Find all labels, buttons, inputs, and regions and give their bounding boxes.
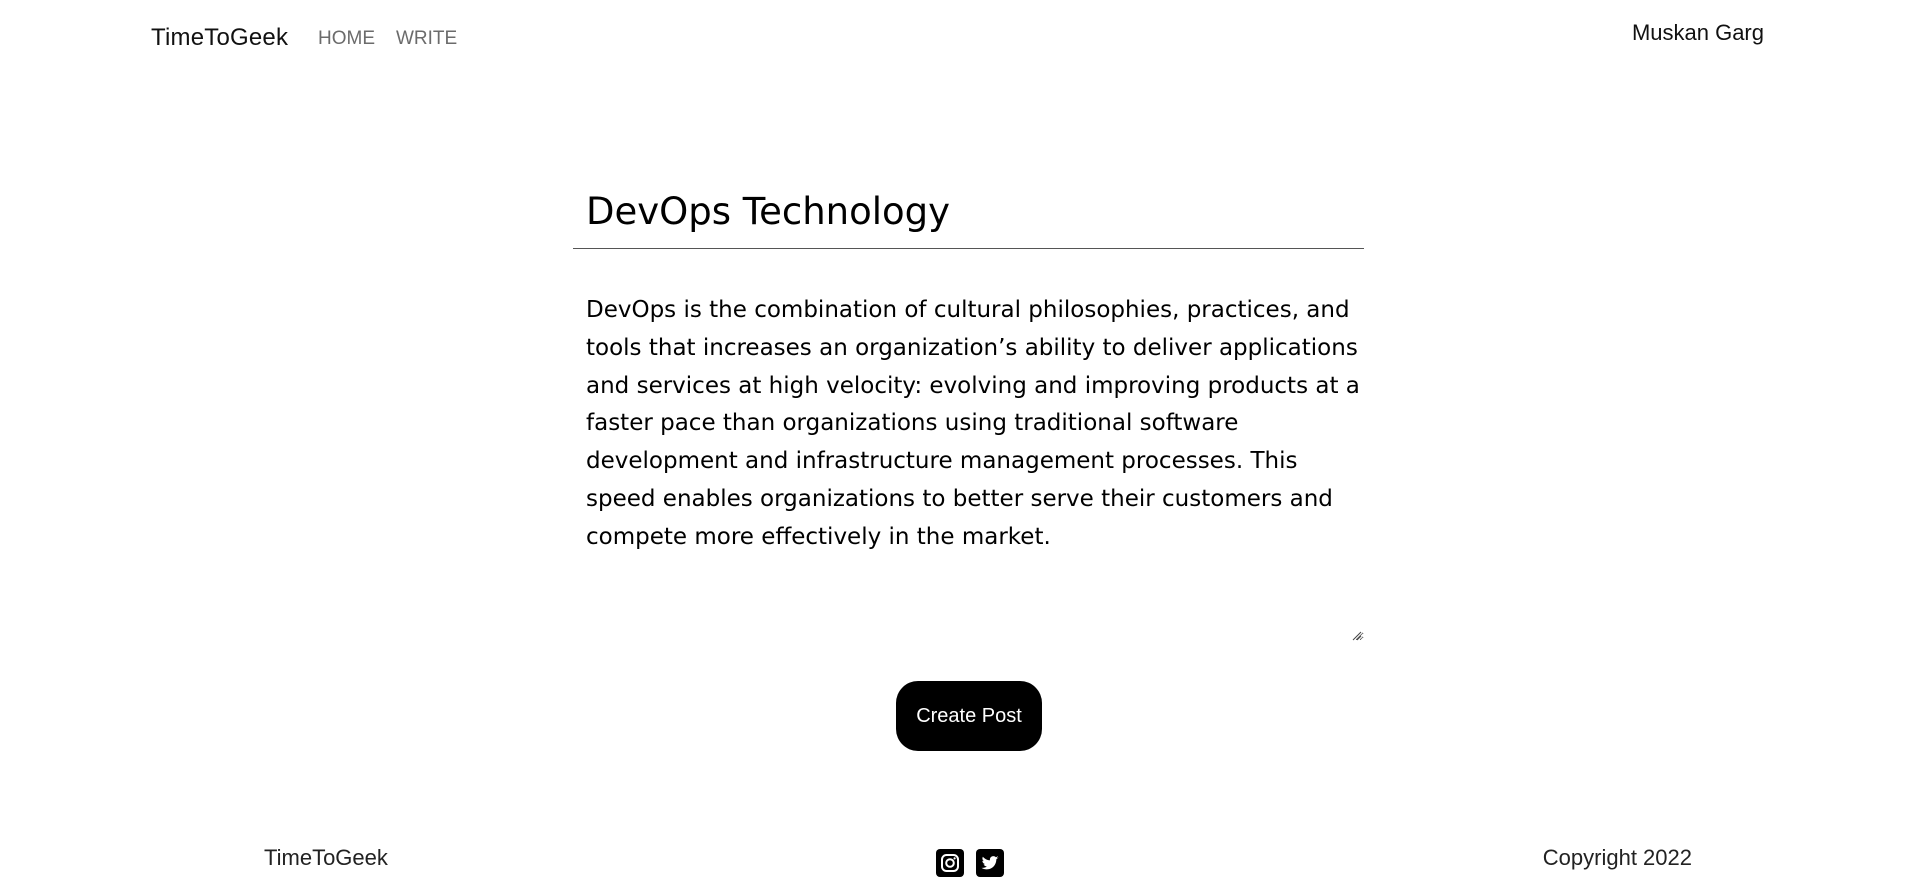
nav-write-link[interactable]: WRITE [396,28,457,50]
nav-home-link[interactable]: HOME [318,28,375,50]
instagram-icon[interactable] [936,849,964,877]
user-name[interactable]: Muskan Garg [1632,20,1764,46]
footer-brand: TimeToGeek [264,845,388,870]
post-body-textarea[interactable]: DevOps is the combination of cultural ph… [573,292,1364,641]
textarea-resize-handle-icon[interactable] [1350,629,1362,641]
footer-copyright: Copyright 2022 [1542,845,1692,870]
top-navbar: TimeToGeek HOME WRITE Muskan Garg [0,0,1920,80]
brand-logo[interactable]: TimeToGeek [151,24,288,52]
create-post-button[interactable]: Create Post [896,681,1042,751]
post-title-input[interactable] [573,175,1364,249]
twitter-icon[interactable] [976,849,1004,877]
